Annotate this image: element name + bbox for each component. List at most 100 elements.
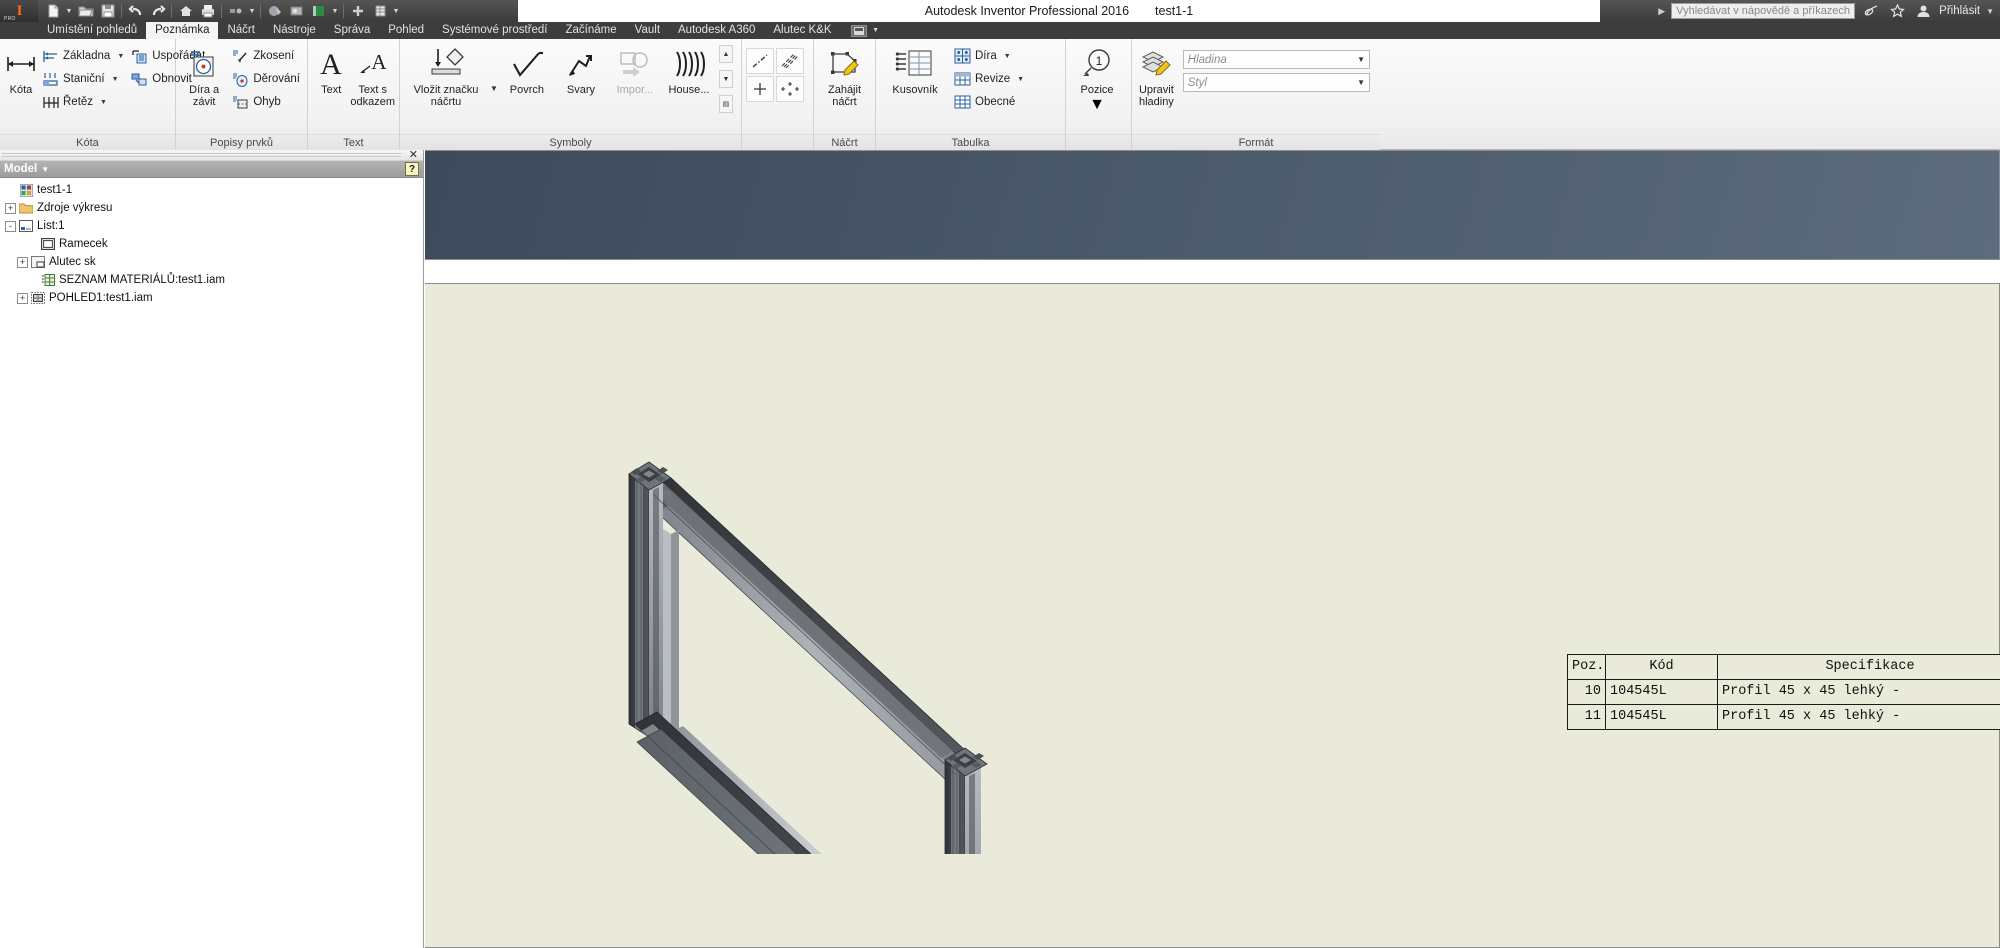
tab-vault[interactable]: Vault [626, 22, 669, 39]
chevron-down-icon[interactable]: ▼ [41, 165, 49, 174]
baseline-dropdown-icon[interactable]: ▼ [117, 53, 124, 60]
plus-icon[interactable] [347, 1, 368, 21]
centered-pattern-icon[interactable] [776, 76, 804, 102]
drawing-canvas[interactable]: Poz. Kód Specifikace Číslo součásti Rozm… [425, 150, 2000, 948]
print-icon[interactable] [197, 1, 218, 21]
tree-item-ramecek[interactable]: Ramecek [3, 235, 423, 253]
open-icon[interactable] [75, 1, 96, 21]
table-row[interactable]: 10 104545L Profil 45 x 45 lehký - 300 2 [1568, 680, 2000, 705]
project-icon[interactable] [308, 1, 329, 21]
project-dropdown-icon[interactable]: ▼ [330, 8, 340, 15]
drawing-sheet[interactable]: Poz. Kód Specifikace Číslo součásti Rozm… [425, 283, 2000, 948]
gallery-expand-icon[interactable]: ▤ [718, 95, 733, 113]
browser-grip[interactable]: ✕ [0, 150, 423, 161]
help-icon[interactable]: ? [405, 162, 419, 176]
center-mark-icon[interactable] [746, 76, 774, 102]
ribbon-display-dropdown-icon[interactable]: ▼ [871, 27, 881, 34]
tab-systemove-prostredi[interactable]: Systémové prostředí [433, 22, 556, 39]
new-icon[interactable] [42, 1, 63, 21]
material-icon[interactable] [286, 1, 307, 21]
balloon-button[interactable]: 1 Pozice ▼ [1070, 42, 1124, 114]
new-dropdown-icon[interactable]: ▼ [64, 8, 74, 15]
expander-plus-icon[interactable]: + [17, 256, 28, 268]
style-select[interactable]: Styl ▼ [1182, 73, 1370, 92]
text-button[interactable]: A Text [312, 42, 350, 96]
appearance-icon[interactable] [264, 1, 285, 21]
insert-sketch-symbol-dropdown-icon[interactable]: ▼ [490, 84, 498, 93]
tab-nastroje[interactable]: Nástroje [264, 22, 325, 39]
chain-dimension-button[interactable]: Řetěz ▼ [38, 91, 127, 113]
tree-item-alutec-sk[interactable]: + Alutec sk [3, 253, 423, 271]
expander-plus-icon[interactable]: + [5, 202, 16, 214]
insert-sketch-symbol-button[interactable]: Vložit značku náčrtu [404, 42, 488, 108]
general-table-button[interactable]: Obecné [950, 91, 1027, 113]
leader-text-button[interactable]: A Text s odkazem [350, 42, 395, 108]
tree-item-zdroje-vykresu[interactable]: + Zdroje výkresu [3, 199, 423, 217]
parts-list-table[interactable]: Poz. Kód Specifikace Číslo součásti Rozm… [1567, 654, 2000, 730]
home-icon[interactable] [175, 1, 196, 21]
save-icon[interactable] [97, 1, 118, 21]
balloon-dropdown-icon[interactable]: ▼ [1089, 96, 1105, 114]
gallery-scroll-up-icon[interactable]: ▲ [718, 45, 733, 63]
gallery-scroll-down-icon[interactable]: ▼ [718, 70, 733, 88]
tab-nacrt[interactable]: Náčrt [218, 22, 263, 39]
table-icon[interactable] [369, 1, 390, 21]
hole-table-dropdown-icon[interactable]: ▼ [1004, 53, 1011, 60]
redo-icon[interactable] [147, 1, 168, 21]
ordinate-dropdown-icon[interactable]: ▼ [112, 76, 119, 83]
revision-table-button[interactable]: Revize ▼ [950, 68, 1027, 90]
tab-alutec-kk[interactable]: Alutec K&K [764, 22, 840, 39]
import-aw-button[interactable]: Impor... [608, 42, 662, 96]
hole-table-button[interactable]: Díra ▼ [950, 45, 1027, 67]
chain-dropdown-icon[interactable]: ▼ [100, 99, 107, 106]
frame-assembly-model[interactable] [615, 434, 1045, 854]
tab-pohled[interactable]: Pohled [379, 22, 433, 39]
user-account-icon[interactable] [1913, 2, 1933, 20]
ordinate-dimension-button[interactable]: Staniční ▼ [38, 68, 127, 90]
tree-item-test1-1[interactable]: test1-1 [3, 181, 423, 199]
punch-note-button[interactable]: Děrování [228, 68, 303, 90]
layer-select[interactable]: Hladina ▼ [1182, 50, 1370, 69]
hole-thread-note-button[interactable]: Díra a závit [180, 42, 228, 108]
communication-center-icon[interactable] [1861, 2, 1881, 20]
tab-zaciname[interactable]: Začínáme [557, 22, 626, 39]
ribbon-display-icon[interactable] [850, 24, 867, 37]
tab-poznamka[interactable]: Poznámka [146, 22, 219, 39]
edit-layers-button[interactable]: Upravit hladiny [1136, 42, 1177, 108]
tab-umisteni-pohledu[interactable]: Umístění pohledů [38, 22, 146, 39]
hem-symbol-button[interactable]: House... [662, 42, 716, 96]
qat-overflow-icon[interactable]: ▼ [391, 8, 401, 15]
chamfer-note-button[interactable]: Zkosení [228, 45, 303, 67]
application-button[interactable]: I PRO [0, 0, 38, 22]
weld-symbol-button[interactable]: Svary [554, 42, 608, 96]
dimension-button[interactable]: Kóta [4, 42, 38, 96]
tree-item-list-1[interactable]: - List:1 [3, 217, 423, 235]
favorites-star-icon[interactable] [1887, 2, 1907, 20]
start-sketch-button[interactable]: Zahájit náčrt [818, 42, 871, 108]
bend-note-button[interactable]: Ohyb [228, 91, 303, 113]
tab-autodesk-a360[interactable]: Autodesk A360 [669, 22, 764, 39]
tree-item-pohled1[interactable]: + POHLED1:test1.iam [3, 289, 423, 307]
select-dropdown-icon[interactable]: ▼ [247, 8, 257, 15]
sign-in-button[interactable]: Přihlásit [1939, 5, 1980, 17]
symboly-gallery-scroll[interactable]: ▲ ▼ ▤ [718, 42, 734, 116]
style-select-dropdown-icon[interactable]: ▼ [1357, 78, 1365, 87]
surface-texture-button[interactable]: Povrch [500, 42, 554, 96]
select-icon[interactable] [225, 1, 246, 21]
tree-item-seznam-materialu[interactable]: SEZNAM MATERIÁLŮ:test1.iam [3, 271, 423, 289]
expander-plus-icon[interactable]: + [17, 292, 28, 304]
revision-table-dropdown-icon[interactable]: ▼ [1017, 76, 1024, 83]
search-expand-icon[interactable]: ▶ [1658, 6, 1665, 17]
account-dropdown-icon[interactable]: ▼ [1986, 7, 1994, 16]
centerline-bisector-icon[interactable] [776, 48, 804, 74]
baseline-dimension-button[interactable]: Základna ▼ [38, 45, 127, 67]
layer-select-dropdown-icon[interactable]: ▼ [1357, 55, 1365, 64]
expander-minus-icon[interactable]: - [5, 220, 16, 232]
tab-sprava[interactable]: Správa [325, 22, 379, 39]
table-row[interactable]: 11 104545L Profil 45 x 45 lehký - 500 2 [1568, 705, 2000, 729]
parts-list-button[interactable]: Kusovník [880, 42, 950, 96]
centerline-icon[interactable] [746, 48, 774, 74]
undo-icon[interactable] [125, 1, 146, 21]
search-input[interactable]: Vyhledávat v nápovědě a příkazech [1671, 3, 1856, 19]
close-icon[interactable]: ✕ [409, 150, 418, 161]
